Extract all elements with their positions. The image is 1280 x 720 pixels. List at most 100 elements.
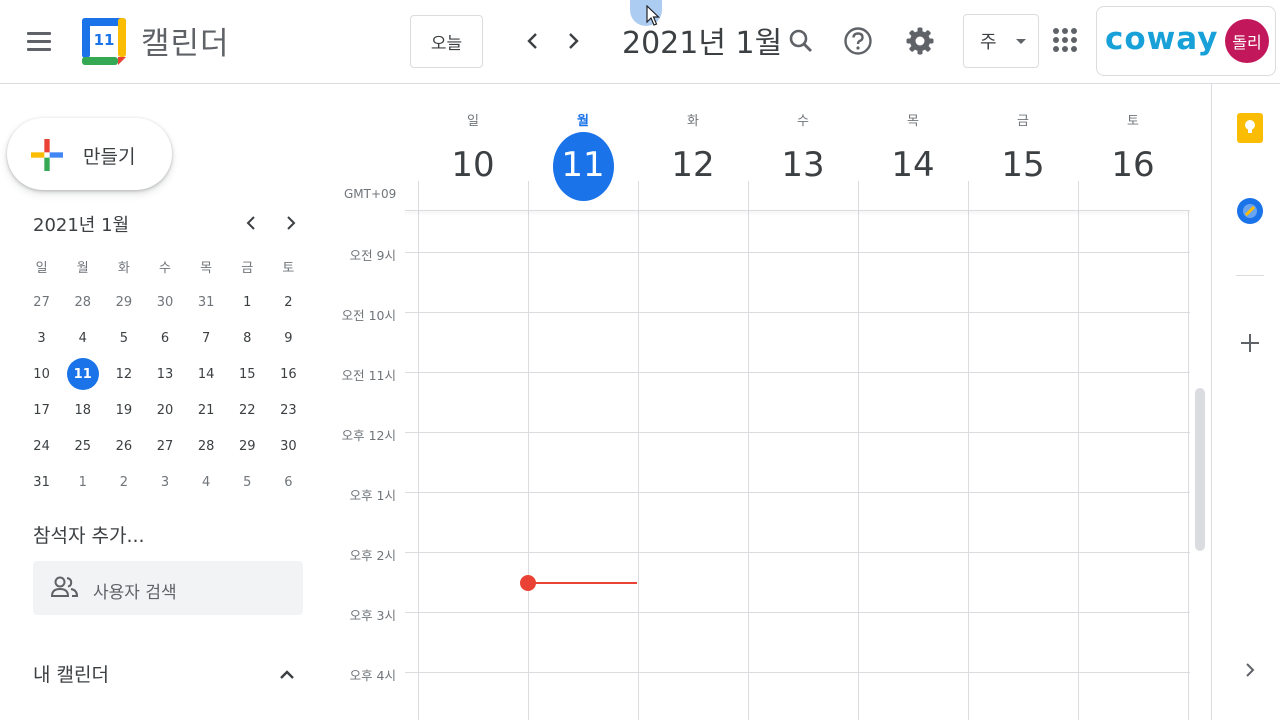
people-icon [51, 576, 79, 597]
day-of-week-label: 토 [1127, 114, 1139, 129]
mini-calendar-day[interactable]: 6 [268, 464, 309, 500]
day-date-number[interactable]: 11 [528, 145, 638, 185]
tasks-icon[interactable] [1237, 198, 1263, 224]
mini-calendar-day[interactable]: 26 [103, 428, 144, 464]
mini-calendar-next-button[interactable] [276, 208, 306, 238]
mini-calendar-day[interactable]: 16 [268, 356, 309, 392]
side-panel-separator [1236, 275, 1264, 276]
hour-label: 오후 3시 [349, 608, 396, 623]
mini-calendar-weekday: 일 [35, 260, 48, 276]
my-calendars-heading[interactable]: 내 캘린더 [33, 660, 109, 687]
day-column-divider [858, 181, 859, 720]
mini-calendar-title: 2021년 1월 [33, 215, 130, 236]
mini-calendar-day[interactable]: 14 [186, 356, 227, 392]
next-week-button[interactable] [556, 21, 592, 61]
mini-calendar-day[interactable]: 17 [21, 392, 62, 428]
mini-calendar-day[interactable]: 23 [268, 392, 309, 428]
grid-scrollbar[interactable] [1195, 388, 1205, 551]
view-switcher-dropdown[interactable]: 주 [963, 14, 1039, 68]
help-icon [844, 27, 872, 55]
mini-calendar-day[interactable]: 29 [227, 428, 268, 464]
mini-calendar-day[interactable]: 24 [21, 428, 62, 464]
view-switcher-label: 주 [980, 32, 997, 53]
get-addons-button[interactable] [1230, 323, 1270, 363]
keep-icon[interactable] [1237, 113, 1263, 143]
add-attendees-heading: 참석자 추가... [33, 525, 145, 547]
my-calendars-collapse-button[interactable] [272, 659, 302, 689]
current-time-line [528, 582, 637, 584]
mini-calendar-day[interactable]: 12 [103, 356, 144, 392]
mini-calendar-day[interactable]: 19 [103, 392, 144, 428]
main-menu-button[interactable] [20, 24, 58, 58]
timezone-label: GMT+09 [344, 187, 397, 201]
day-date-number[interactable]: 12 [638, 145, 748, 185]
hour-label: 오전 9시 [349, 248, 396, 263]
day-date-number[interactable]: 14 [858, 145, 968, 185]
mini-calendar-day[interactable]: 3 [144, 464, 185, 500]
mini-calendar-day[interactable]: 31 [21, 464, 62, 500]
mini-calendar-day[interactable]: 13 [144, 356, 185, 392]
avatar[interactable]: 돌리 [1225, 19, 1269, 63]
hour-gridline [405, 312, 1190, 313]
mini-calendar-day-today[interactable]: 11 [62, 356, 103, 392]
mini-calendar-prev-button[interactable] [236, 208, 266, 238]
search-button[interactable] [781, 21, 821, 61]
day-date-number[interactable]: 13 [748, 145, 858, 185]
mini-calendar-day[interactable]: 28 [62, 284, 103, 320]
settings-button[interactable] [900, 21, 940, 61]
mini-calendar-day[interactable]: 30 [144, 284, 185, 320]
mini-calendar-day[interactable]: 18 [62, 392, 103, 428]
mini-calendar-day[interactable]: 4 [62, 320, 103, 356]
mini-calendar-day[interactable]: 8 [227, 320, 268, 356]
mini-calendar-day[interactable]: 4 [186, 464, 227, 500]
day-date-number[interactable]: 15 [968, 145, 1078, 185]
mini-calendar-day[interactable]: 6 [144, 320, 185, 356]
previous-week-button[interactable] [514, 21, 550, 61]
day-column-divider [968, 181, 969, 720]
mini-calendar-day[interactable]: 9 [268, 320, 309, 356]
day-date-number[interactable]: 10 [418, 145, 528, 185]
account-switcher[interactable]: coway 돌리 [1096, 6, 1276, 76]
mini-calendar-day[interactable]: 20 [144, 392, 185, 428]
show-side-panel-button[interactable] [1230, 650, 1270, 690]
mini-calendar-day[interactable]: 3 [21, 320, 62, 356]
mini-calendar-day[interactable]: 10 [21, 356, 62, 392]
mini-calendar-day[interactable]: 7 [186, 320, 227, 356]
mini-calendar-day[interactable]: 31 [186, 284, 227, 320]
help-button[interactable] [838, 21, 878, 61]
mini-calendar-day[interactable]: 29 [103, 284, 144, 320]
day-column-divider [638, 181, 639, 720]
day-column-divider [748, 181, 749, 720]
app-title: 캘린더 [141, 26, 230, 62]
day-column-divider [528, 181, 529, 720]
hour-label: 오후 12시 [341, 428, 396, 443]
mini-calendar-day[interactable]: 2 [103, 464, 144, 500]
people-search-input[interactable]: 사용자 검색 [33, 561, 303, 615]
mini-calendar-day[interactable]: 21 [186, 392, 227, 428]
mini-calendar-day[interactable]: 15 [227, 356, 268, 392]
mini-calendar-day[interactable]: 5 [227, 464, 268, 500]
mini-calendar-day[interactable]: 1 [62, 464, 103, 500]
day-column-divider [418, 181, 419, 720]
mini-calendar-day[interactable]: 5 [103, 320, 144, 356]
mini-calendar-day[interactable]: 2 [268, 284, 309, 320]
mini-calendar-day[interactable]: 27 [21, 284, 62, 320]
apps-grid-icon[interactable] [1053, 28, 1077, 52]
mini-calendar-week-row: 31 1 2 3 4 5 6 [21, 464, 309, 500]
hour-label: 오후 2시 [349, 548, 396, 563]
create-event-button[interactable]: 만들기 [7, 118, 172, 190]
task-check-icon [1243, 204, 1257, 218]
day-date-number[interactable]: 16 [1078, 145, 1188, 185]
mini-calendar-day[interactable]: 22 [227, 392, 268, 428]
mini-calendar-day[interactable]: 28 [186, 428, 227, 464]
calendar-logo-icon[interactable]: 11 [82, 18, 126, 65]
mini-calendar-day[interactable]: 25 [62, 428, 103, 464]
current-time-indicator [520, 575, 536, 591]
mini-calendar-week-row: 27 28 29 30 31 1 2 [21, 284, 309, 320]
mini-calendar-day[interactable]: 27 [144, 428, 185, 464]
people-search-placeholder: 사용자 검색 [93, 583, 177, 603]
today-button[interactable]: 오늘 [410, 15, 483, 68]
mini-calendar-week-row: 17 18 19 20 21 22 23 [21, 392, 309, 428]
mini-calendar-day[interactable]: 1 [227, 284, 268, 320]
mini-calendar-day[interactable]: 30 [268, 428, 309, 464]
